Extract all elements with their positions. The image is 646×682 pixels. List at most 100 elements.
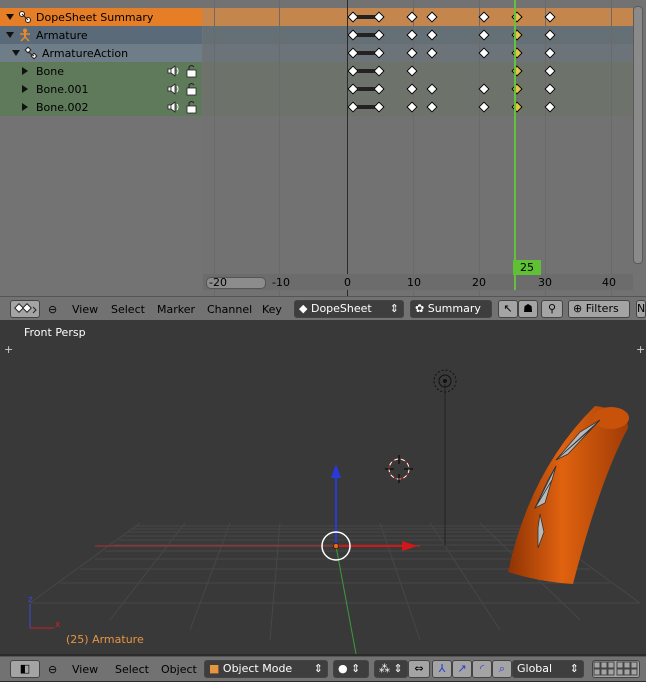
channel-label: Bone.002 <box>36 100 89 114</box>
channel-label: ArmatureAction <box>42 46 129 60</box>
keyframe[interactable] <box>511 83 523 95</box>
filters-button[interactable]: ⊕ Filters <box>568 300 630 318</box>
area-split-icon[interactable]: + <box>636 343 645 356</box>
channel-armature[interactable]: Armature <box>0 26 202 44</box>
lock-icon[interactable] <box>185 82 199 96</box>
keyframe[interactable] <box>511 11 523 23</box>
rotate-icon: ◜ <box>479 662 485 675</box>
menu-view[interactable]: View <box>72 663 98 676</box>
keyframe[interactable] <box>425 83 438 95</box>
area-split-icon[interactable]: + <box>4 343 13 356</box>
keyframe[interactable] <box>511 65 523 77</box>
speaker-icon[interactable] <box>167 82 181 96</box>
keyframe[interactable] <box>373 11 385 23</box>
dopesheet-editor: DopeSheet Summary Armature ArmatureActio… <box>0 0 646 320</box>
speaker-icon[interactable] <box>167 64 181 78</box>
viewport-scene[interactable]: z x + + <box>0 320 646 654</box>
channel-armature-action[interactable]: ArmatureAction <box>0 44 202 62</box>
overflow-button[interactable]: N <box>636 300 646 318</box>
keyframe[interactable] <box>373 47 385 59</box>
keyframe[interactable] <box>406 65 418 77</box>
channel-label: Bone.001 <box>36 82 89 96</box>
lock-icon[interactable] <box>185 64 199 78</box>
speaker-icon[interactable] <box>167 100 181 114</box>
collapse-menu-icon[interactable]: ⊖ <box>48 663 57 676</box>
menu-select[interactable]: Select <box>111 303 145 316</box>
keyframe[interactable] <box>373 101 385 113</box>
keyframe-area[interactable] <box>203 0 633 296</box>
keyframe[interactable] <box>373 65 385 77</box>
menu-channel[interactable]: Channel <box>207 303 252 316</box>
rotate-toggle[interactable]: ◜ <box>472 660 492 678</box>
keyframe[interactable] <box>347 83 359 95</box>
keyframe[interactable] <box>478 11 490 23</box>
summary-toggle[interactable]: ✿ Summary <box>410 300 492 318</box>
editor-type-button[interactable] <box>10 300 40 318</box>
current-frame-line[interactable] <box>514 0 516 290</box>
keyframe[interactable] <box>425 101 438 113</box>
collapse-triangle-icon[interactable] <box>12 50 20 56</box>
3d-viewport[interactable]: z x + + Front Persp (25) Armature <box>0 320 646 654</box>
scale-toggle[interactable]: ⌕ <box>492 660 512 678</box>
collapse-triangle-icon[interactable] <box>6 32 14 38</box>
menu-select[interactable]: Select <box>115 663 149 676</box>
keyframe[interactable] <box>347 65 359 77</box>
keyframe[interactable] <box>478 29 490 41</box>
collapse-triangle-icon[interactable] <box>6 14 14 20</box>
menu-key[interactable]: Key <box>262 303 282 316</box>
keyframe[interactable] <box>425 11 438 23</box>
mode-label: DopeSheet <box>310 302 372 315</box>
keyframe[interactable] <box>347 11 359 23</box>
only-selected-toggle[interactable]: ↖ <box>498 300 518 318</box>
menu-object[interactable]: Object <box>161 663 197 676</box>
keyframe[interactable] <box>406 29 418 41</box>
channel-dopesheet-summary[interactable]: DopeSheet Summary <box>0 8 202 26</box>
keyframe[interactable] <box>478 101 490 113</box>
channel-bone-001[interactable]: Bone.001 <box>0 80 202 98</box>
translate-toggle[interactable]: ↗ <box>452 660 472 678</box>
keyframe[interactable] <box>406 101 418 113</box>
mode-select[interactable]: ◆ DopeSheet ⇕ <box>294 300 404 318</box>
pivot-select[interactable]: ⁂ ⇕ <box>374 660 408 678</box>
3d-cursor-icon[interactable] <box>385 455 413 483</box>
vertical-scrollbar[interactable] <box>633 6 643 264</box>
collapse-menu-icon[interactable]: ⊖ <box>48 303 57 316</box>
menu-view[interactable]: View <box>72 303 98 316</box>
show-hidden-toggle[interactable]: ☗ <box>518 300 538 318</box>
layers-grid[interactable] <box>592 660 640 678</box>
tube-mesh[interactable] <box>508 406 628 584</box>
arrows-icon: ⇔ <box>414 662 424 675</box>
keyframe[interactable] <box>373 83 385 95</box>
channel-bone-002[interactable]: Bone.002 <box>0 98 202 116</box>
search-toggle[interactable]: ⚲ <box>541 300 563 318</box>
lock-icon[interactable] <box>185 100 199 114</box>
keyframe[interactable] <box>347 47 359 59</box>
keyframe[interactable] <box>406 11 418 23</box>
keyframe[interactable] <box>425 47 438 59</box>
keyframe[interactable] <box>478 83 490 95</box>
keyframe[interactable] <box>478 47 490 59</box>
expand-triangle-icon[interactable] <box>22 103 28 111</box>
current-frame-indicator[interactable]: 25 <box>513 260 541 275</box>
interaction-mode-select[interactable]: ■ Object Mode ⇕ <box>204 660 328 678</box>
menu-marker[interactable]: Marker <box>157 303 195 316</box>
expand-triangle-icon[interactable] <box>22 67 28 75</box>
transform-orientation-select[interactable]: Global ⇕ <box>512 660 584 678</box>
keyframe[interactable] <box>511 47 523 59</box>
keyframe[interactable] <box>406 83 418 95</box>
keyframe[interactable] <box>511 29 523 41</box>
channel-bone[interactable]: Bone <box>0 62 202 80</box>
keyframe[interactable] <box>347 29 359 41</box>
manipulator-toggle[interactable]: ⅄ <box>432 660 452 678</box>
keyframe[interactable] <box>511 101 523 113</box>
armature-icon <box>18 28 32 42</box>
keyframe[interactable] <box>373 29 385 41</box>
editor-type-button[interactable]: ◧ <box>10 660 40 678</box>
keyframe[interactable] <box>406 47 418 59</box>
svg-text:z: z <box>28 595 33 605</box>
keyframe[interactable] <box>347 101 359 113</box>
expand-triangle-icon[interactable] <box>22 85 28 93</box>
keyframe[interactable] <box>425 29 438 41</box>
proportional-toggle[interactable]: ⇔ <box>408 660 430 678</box>
shading-select[interactable]: ● ⇕ <box>333 660 369 678</box>
